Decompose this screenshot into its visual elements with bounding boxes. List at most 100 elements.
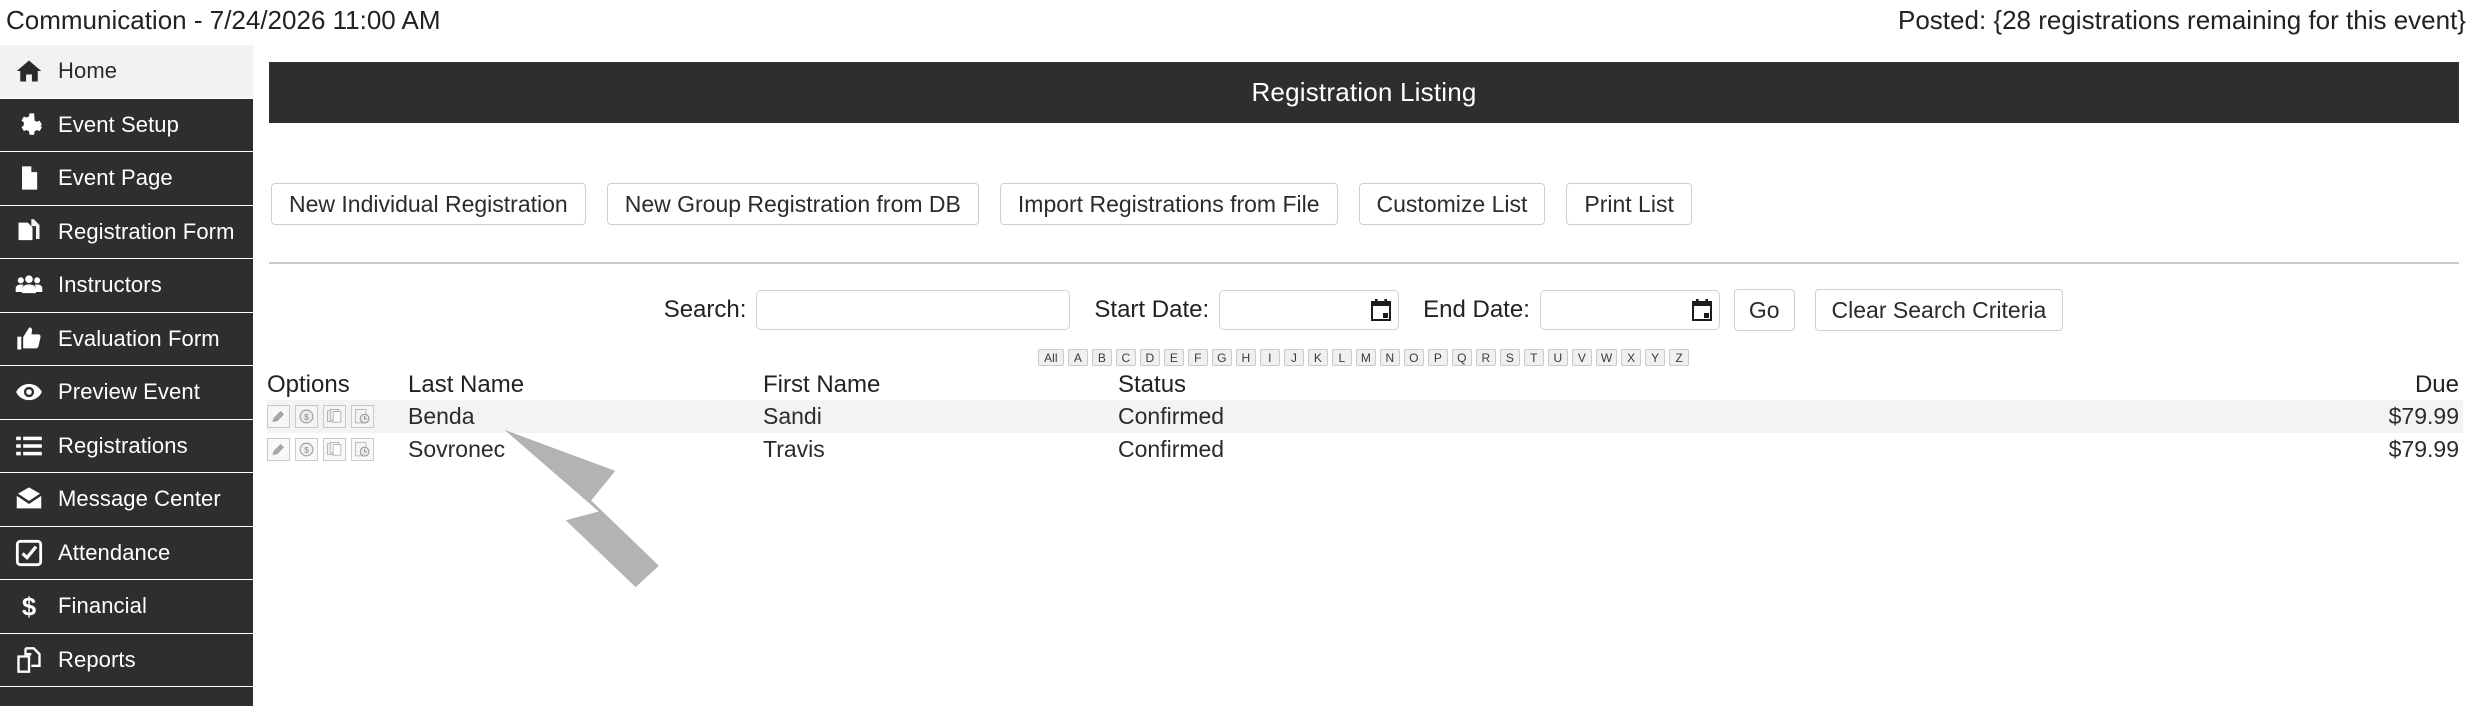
alpha-filter-a[interactable]: A bbox=[1067, 349, 1088, 366]
alpha-filter-r[interactable]: R bbox=[1475, 349, 1496, 366]
checkbox-checked-icon bbox=[0, 539, 58, 567]
alpha-filter-k[interactable]: K bbox=[1307, 349, 1328, 366]
duplicate-icon[interactable] bbox=[323, 405, 346, 428]
row-options-cell: $ bbox=[267, 438, 408, 461]
edit-pencil-icon[interactable] bbox=[267, 405, 290, 428]
search-input[interactable] bbox=[756, 290, 1071, 330]
alpha-filter-j[interactable]: J bbox=[1283, 349, 1304, 366]
column-header-options: Options bbox=[267, 371, 350, 398]
edit-pencil-icon[interactable] bbox=[267, 438, 290, 461]
thumbs-up-icon bbox=[0, 325, 58, 353]
column-header-last-name: Last Name bbox=[408, 371, 525, 398]
row-option-icons: $ bbox=[267, 405, 408, 428]
sidebar-item-event-setup[interactable]: Event Setup bbox=[0, 99, 253, 152]
history-clock-icon[interactable] bbox=[351, 405, 374, 428]
registration-table: Options Last Name First Name Status Due … bbox=[267, 370, 2463, 466]
customize-list-button[interactable]: Customize List bbox=[1358, 183, 1546, 225]
sidebar-item-label: Instructors bbox=[58, 272, 162, 298]
sidebar-item-label: Event Setup bbox=[58, 111, 179, 137]
table-header-row: Options Last Name First Name Status Due bbox=[267, 370, 2463, 400]
table-body: $ Benda Sandi Confirmed $79.99 $ Sovronec Travi… bbox=[267, 400, 2463, 466]
alpha-filter-b[interactable]: B bbox=[1091, 349, 1112, 366]
clear-search-criteria-button[interactable]: Clear Search Criteria bbox=[1814, 289, 2064, 331]
main-content: Registration Listing New Individual Regi… bbox=[253, 45, 2474, 706]
row-options-cell: $ bbox=[267, 405, 408, 428]
new-group-registration-from-db-button[interactable]: New Group Registration from DB bbox=[606, 183, 979, 225]
column-header-due: Due bbox=[2414, 371, 2459, 398]
sidebar-item-event-page[interactable]: Event Page bbox=[0, 152, 253, 206]
envelope-icon bbox=[0, 485, 58, 513]
sidebar-item-registrations[interactable]: Registrations bbox=[0, 420, 253, 473]
duplicate-icon[interactable] bbox=[323, 438, 346, 461]
gear-icon bbox=[0, 111, 58, 139]
posted-status-text: Posted: {28 registrations remaining for … bbox=[1898, 5, 2466, 35]
end-date-input[interactable] bbox=[1539, 290, 1720, 330]
sidebar-item-label: Home bbox=[58, 58, 118, 84]
sidebar-item-label: Event Page bbox=[58, 165, 173, 191]
reports-pages-icon bbox=[0, 646, 58, 674]
start-date-input[interactable] bbox=[1219, 290, 1400, 330]
sidebar-item-reports[interactable]: Reports bbox=[0, 634, 253, 687]
go-button[interactable]: Go bbox=[1733, 289, 1795, 331]
start-date-label: Start Date: bbox=[1094, 296, 1210, 323]
copy-documents-icon bbox=[0, 218, 58, 246]
start-date-field-wrap bbox=[1219, 290, 1400, 330]
top-bar: Communication - 7/24/2026 11:00 AM Poste… bbox=[0, 0, 2474, 45]
alpha-filter-l[interactable]: L bbox=[1331, 349, 1352, 366]
alpha-filter-g[interactable]: G bbox=[1211, 349, 1232, 366]
sidebar-item-preview-event[interactable]: Preview Event bbox=[0, 366, 253, 420]
row-status: Confirmed bbox=[1118, 403, 1225, 429]
payment-dollar-icon[interactable]: $ bbox=[295, 438, 318, 461]
history-clock-icon[interactable] bbox=[351, 438, 374, 461]
alpha-filter-d[interactable]: D bbox=[1139, 349, 1160, 366]
row-last-name: Benda bbox=[408, 403, 475, 429]
alpha-filter-u[interactable]: U bbox=[1547, 349, 1568, 366]
end-date-label: End Date: bbox=[1423, 296, 1530, 323]
table-row[interactable]: $ Benda Sandi Confirmed $79.99 bbox=[267, 400, 2463, 433]
alpha-filter-i[interactable]: I bbox=[1259, 349, 1280, 366]
alpha-filter-f[interactable]: F bbox=[1187, 349, 1208, 366]
sidebar-item-label: Financial bbox=[58, 593, 147, 619]
alpha-filter-m[interactable]: M bbox=[1355, 349, 1376, 366]
svg-text:$: $ bbox=[304, 412, 309, 422]
alpha-filter-h[interactable]: H bbox=[1235, 349, 1256, 366]
sidebar-item-evaluation-form[interactable]: Evaluation Form bbox=[0, 313, 253, 366]
row-first-name: Travis bbox=[763, 436, 825, 462]
alpha-filter-e[interactable]: E bbox=[1163, 349, 1184, 366]
sidebar-item-home[interactable]: Home bbox=[0, 45, 253, 99]
alpha-filter-p[interactable]: P bbox=[1427, 349, 1448, 366]
table-row[interactable]: $ Sovronec Travis Confirmed $79.99 bbox=[267, 433, 2463, 466]
sidebar-item-registration-form[interactable]: Registration Form bbox=[0, 206, 253, 259]
payment-dollar-icon[interactable]: $ bbox=[295, 405, 318, 428]
alpha-filter-c[interactable]: C bbox=[1115, 349, 1136, 366]
sidebar-item-label: Evaluation Form bbox=[58, 325, 220, 351]
sidebar-item-attendance[interactable]: Attendance bbox=[0, 527, 253, 580]
svg-text:$: $ bbox=[304, 445, 309, 455]
print-list-button[interactable]: Print List bbox=[1566, 183, 1692, 225]
new-individual-registration-button[interactable]: New Individual Registration bbox=[271, 183, 586, 225]
column-header-first-name: First Name bbox=[763, 371, 881, 398]
alpha-filter-t[interactable]: T bbox=[1523, 349, 1544, 366]
import-registrations-from-file-button[interactable]: Import Registrations from File bbox=[999, 183, 1338, 225]
eye-icon bbox=[0, 378, 58, 406]
alpha-filter-y[interactable]: Y bbox=[1645, 349, 1666, 366]
alpha-filter-v[interactable]: V bbox=[1571, 349, 1592, 366]
alpha-filter-n[interactable]: N bbox=[1379, 349, 1400, 366]
toolbar-buttons: New Individual Registration New Group Reg… bbox=[271, 183, 1692, 225]
sidebar-item-financial[interactable]: $ Financial bbox=[0, 580, 253, 634]
alpha-filter-x[interactable]: X bbox=[1621, 349, 1642, 366]
alpha-filter-s[interactable]: S bbox=[1499, 349, 1520, 366]
sidebar-item-message-center[interactable]: Message Center bbox=[0, 473, 253, 527]
alpha-filter-o[interactable]: O bbox=[1403, 349, 1424, 366]
alpha-filter-q[interactable]: Q bbox=[1451, 349, 1472, 366]
sidebar-item-instructors[interactable]: Instructors bbox=[0, 259, 253, 313]
alpha-filter-w[interactable]: W bbox=[1595, 349, 1618, 366]
document-icon bbox=[0, 164, 58, 192]
users-icon bbox=[0, 271, 58, 299]
page-title: Communication - 7/24/2026 11:00 AM bbox=[6, 5, 441, 35]
list-icon bbox=[0, 432, 58, 460]
alpha-filter-all[interactable]: All bbox=[1037, 349, 1064, 366]
sidebar-nav: Home Event Setup Event Page Registration Fo… bbox=[0, 45, 253, 706]
home-icon bbox=[0, 57, 58, 85]
alpha-filter-z[interactable]: Z bbox=[1669, 349, 1690, 366]
